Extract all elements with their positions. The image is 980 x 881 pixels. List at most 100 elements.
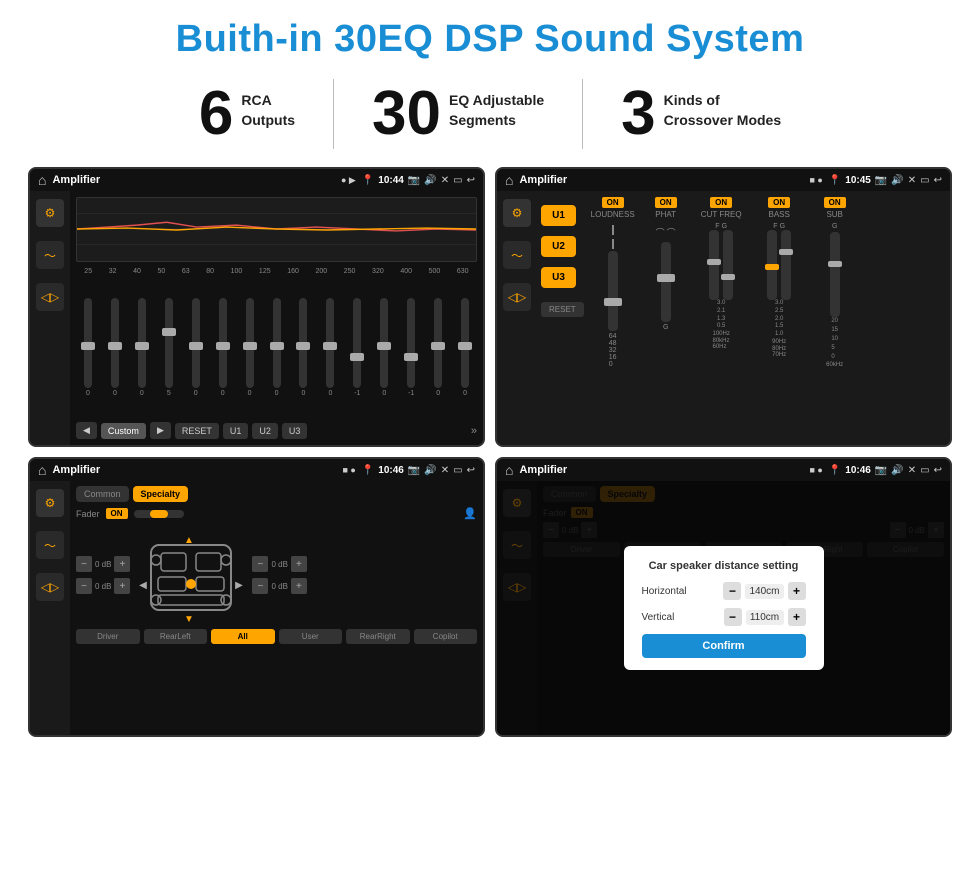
eq-track-14[interactable] [461, 298, 469, 388]
speaker-spk-icon[interactable]: ◁▷ [36, 573, 64, 601]
db-plus-3[interactable]: + [291, 556, 307, 572]
sub-label: SUB [826, 210, 842, 219]
bass-sliders [767, 230, 791, 300]
speaker-specialty-tab[interactable]: Specialty [133, 486, 189, 502]
eq-track-7[interactable] [273, 298, 281, 388]
crossover-speaker-icon[interactable]: ◁▷ [503, 283, 531, 311]
rearright-btn[interactable]: RearRight [346, 629, 410, 644]
eq-slider-11: 0 [372, 298, 396, 397]
all-btn[interactable]: All [211, 629, 275, 644]
driver-btn[interactable]: Driver [76, 629, 140, 644]
eq-filter-icon[interactable]: ⚙ [36, 199, 64, 227]
x-icon-4: ✕ [908, 465, 916, 476]
eq-slider-5: 0 [211, 298, 235, 397]
eq-slider-6: 0 [238, 298, 262, 397]
eq-side-panel: ⚙ 〜 ◁▷ [30, 191, 70, 445]
user-btn[interactable]: User [279, 629, 343, 644]
eq-track-5[interactable] [219, 298, 227, 388]
eq-track-9[interactable] [326, 298, 334, 388]
eq-prev-btn[interactable]: ◀ [76, 422, 97, 439]
db-minus-2[interactable]: − [76, 578, 92, 594]
db-minus-4[interactable]: − [252, 578, 268, 594]
loudness-slider[interactable] [608, 251, 618, 331]
eq-track-2[interactable] [138, 298, 146, 388]
eq-speaker-icon[interactable]: ◁▷ [36, 283, 64, 311]
crossover-u2-btn[interactable]: U2 [541, 236, 576, 257]
eq-time: 10:44 [378, 175, 404, 186]
db-minus-3[interactable]: − [252, 556, 268, 572]
distance-time: 10:46 [845, 465, 871, 476]
copilot-btn[interactable]: Copilot [414, 629, 478, 644]
eq-track-10[interactable] [353, 298, 361, 388]
confirm-button[interactable]: Confirm [642, 634, 806, 658]
speaker-time: 10:46 [378, 465, 404, 476]
speaker-car-diagram: ▲ ▼ ◀ ▶ [136, 525, 246, 625]
back-icon-2[interactable]: ↩ [934, 175, 942, 186]
home-icon-4[interactable]: ⌂ [505, 462, 513, 478]
eq-track-8[interactable] [299, 298, 307, 388]
bass-slider-f[interactable] [767, 230, 777, 300]
eq-track-0[interactable] [84, 298, 92, 388]
loudness-on: ON [602, 197, 624, 208]
phat-label: PHAT [655, 210, 676, 219]
home-icon[interactable]: ⌂ [38, 172, 46, 188]
vertical-value: 110cm [746, 610, 784, 625]
speaker-filter-icon[interactable]: ⚙ [36, 489, 64, 517]
eq-u2-btn[interactable]: U2 [252, 423, 278, 439]
crossover-time: 10:45 [845, 175, 871, 186]
home-icon-3[interactable]: ⌂ [38, 462, 46, 478]
eq-track-6[interactable] [246, 298, 254, 388]
crossover-u1-btn[interactable]: U1 [541, 205, 576, 226]
speaker-common-tab[interactable]: Common [76, 486, 129, 502]
cutfreq-slider-f[interactable] [709, 230, 719, 300]
dialog-horizontal-label: Horizontal [642, 586, 687, 597]
eq-track-1[interactable] [111, 298, 119, 388]
eq-custom-btn[interactable]: Custom [101, 423, 146, 439]
back-icon-4[interactable]: ↩ [934, 465, 942, 476]
horizontal-plus-btn[interactable]: + [788, 582, 806, 600]
eq-slider-2: 0 [130, 298, 154, 397]
crossover-filter-icon[interactable]: ⚙ [503, 199, 531, 227]
stat-eq-number: 30 [372, 83, 441, 145]
back-icon-3[interactable]: ↩ [467, 465, 475, 476]
speaker-wave-icon[interactable]: 〜 [36, 531, 64, 559]
stat-crossover-number: 3 [621, 83, 655, 145]
eq-u3-btn[interactable]: U3 [282, 423, 308, 439]
sub-slider[interactable] [830, 232, 840, 317]
db-minus-1[interactable]: − [76, 556, 92, 572]
eq-u1-btn[interactable]: U1 [223, 423, 249, 439]
crossover-status-icons: 📍 10:45 📷 🔊 ✕ ▭ ↩ [829, 175, 942, 186]
eq-reset-btn[interactable]: RESET [175, 423, 219, 439]
vertical-plus-btn[interactable]: + [788, 608, 806, 626]
eq-track-4[interactable] [192, 298, 200, 388]
bass-slider-g[interactable] [781, 230, 791, 300]
crossover-reset-btn[interactable]: RESET [541, 302, 584, 317]
crossover-u3-btn[interactable]: U3 [541, 267, 576, 288]
eq-track-11[interactable] [380, 298, 388, 388]
cutfreq-slider-g[interactable] [723, 230, 733, 300]
rearleft-btn[interactable]: RearLeft [144, 629, 208, 644]
eq-track-13[interactable] [434, 298, 442, 388]
db-plus-2[interactable]: + [114, 578, 130, 594]
phat-slider[interactable] [661, 242, 671, 322]
volume-icon-4: 🔊 [891, 465, 903, 476]
horizontal-minus-btn[interactable]: − [723, 582, 741, 600]
crossover-wave-icon[interactable]: 〜 [503, 241, 531, 269]
freq-200: 200 [315, 268, 327, 275]
eq-track-3[interactable] [165, 298, 173, 388]
eq-track-12[interactable] [407, 298, 415, 388]
db-plus-4[interactable]: + [291, 578, 307, 594]
eq-wave-icon[interactable]: 〜 [36, 241, 64, 269]
db-plus-1[interactable]: + [114, 556, 130, 572]
vertical-minus-btn[interactable]: − [724, 608, 742, 626]
svg-text:◀: ◀ [140, 580, 148, 591]
fader-slider[interactable] [134, 510, 184, 518]
loudness-divider [612, 225, 614, 235]
speaker-profile-icon[interactable]: 👤 [463, 507, 477, 520]
freq-80: 80 [206, 268, 214, 275]
home-icon-2[interactable]: ⌂ [505, 172, 513, 188]
back-icon[interactable]: ↩ [467, 175, 475, 186]
eq-play-btn[interactable]: ▶ [150, 422, 171, 439]
eq-slider-4: 0 [184, 298, 208, 397]
freq-320: 320 [372, 268, 384, 275]
